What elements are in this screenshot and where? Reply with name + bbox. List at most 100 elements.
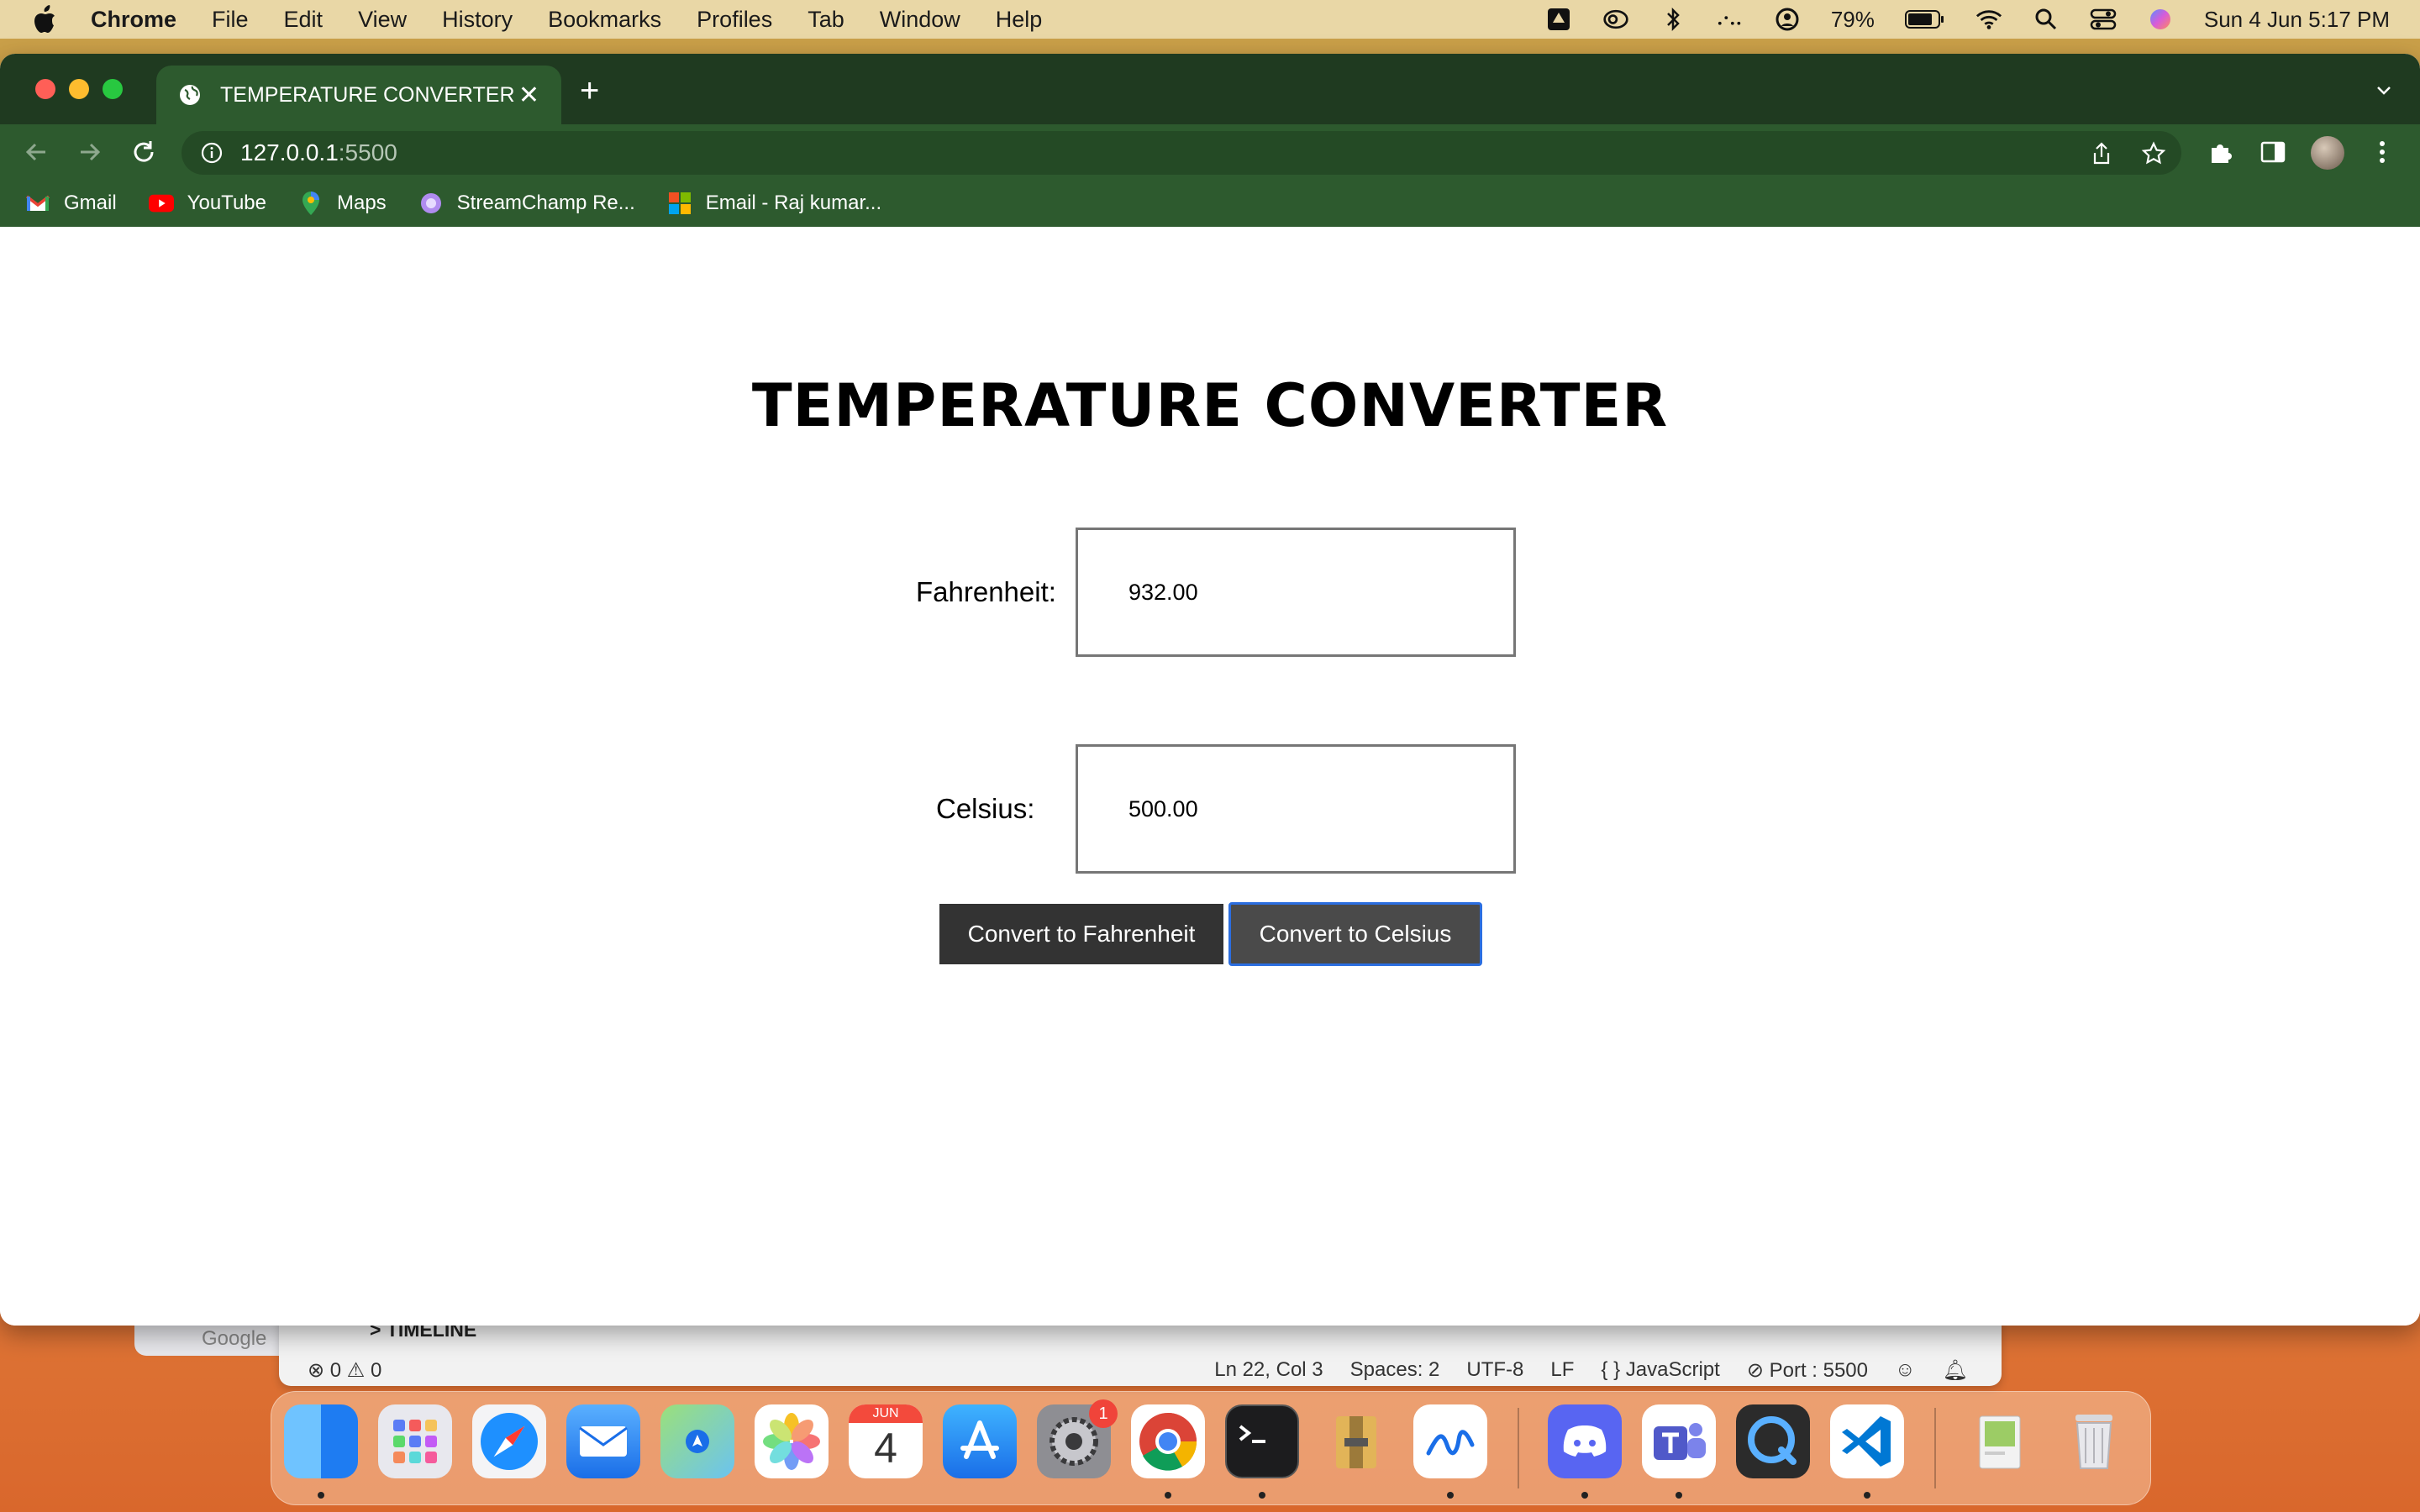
wifi-icon[interactable] (1975, 7, 2002, 32)
indentation-setting[interactable]: Spaces: 2 (1350, 1358, 1440, 1382)
new-tab-plus-icon[interactable]: + (580, 74, 599, 108)
app-store-icon[interactable] (943, 1404, 1017, 1478)
spotlight-search-icon[interactable] (2033, 7, 2060, 32)
menu-window[interactable]: Window (880, 7, 960, 33)
quicktime-icon[interactable] (1736, 1404, 1810, 1478)
close-window-button[interactable] (35, 79, 55, 99)
side-panel-icon[interactable] (2259, 138, 2287, 166)
menu-file[interactable]: File (212, 7, 249, 33)
eol-setting[interactable]: LF (1550, 1358, 1574, 1382)
warning-count: 0 (371, 1358, 382, 1382)
calendar-day: 4 (874, 1425, 897, 1472)
finder-icon[interactable] (284, 1404, 358, 1478)
downloads-stack-icon[interactable] (1963, 1404, 2037, 1478)
fahrenheit-input[interactable] (1076, 528, 1516, 657)
menu-profiles[interactable]: Profiles (697, 7, 772, 33)
microsoft-icon (667, 192, 692, 215)
tab-search-chevron-icon[interactable] (2373, 79, 2395, 101)
url-text: 127.0.0.1:5500 (240, 139, 397, 166)
extensions-puzzle-icon[interactable] (2207, 138, 2235, 166)
creative-cloud-icon[interactable] (1602, 7, 1629, 32)
bookmark-streamchamp[interactable]: StreamChamp Re... (418, 192, 635, 215)
safari-icon[interactable] (472, 1404, 546, 1478)
convert-to-fahrenheit-button[interactable]: Convert to Fahrenheit (939, 904, 1223, 964)
profile-avatar[interactable] (2311, 136, 2344, 170)
gmail-icon (25, 192, 50, 215)
forward-arrow-icon[interactable] (76, 138, 104, 166)
share-icon[interactable] (2089, 141, 2114, 166)
chrome-icon[interactable] (1131, 1404, 1205, 1478)
calendar-icon[interactable]: JUN 4 (849, 1404, 923, 1478)
user-account-icon[interactable] (1774, 7, 1801, 32)
bluetooth-icon[interactable] (1660, 7, 1686, 32)
browser-toolbar: 127.0.0.1:5500 (0, 124, 2420, 180)
teams-icon[interactable] (1642, 1404, 1716, 1478)
dots-status-icon[interactable] (1717, 7, 1744, 32)
fahrenheit-label: Fahrenheit: (916, 576, 1056, 607)
celsius-label: Celsius: (936, 793, 1035, 824)
battery-icon[interactable] (1904, 7, 1945, 32)
chrome-window: TEMPERATURE CONVERTER ✕ + 127.0.0.1:5500… (0, 54, 2420, 1326)
menu-app-name[interactable]: Chrome (91, 7, 176, 33)
menu-view[interactable]: View (358, 7, 407, 33)
trash-icon[interactable] (2057, 1404, 2131, 1478)
menu-bookmarks[interactable]: Bookmarks (548, 7, 661, 33)
url-host: 127.0.0.1 (240, 139, 339, 165)
running-indicator (1676, 1492, 1682, 1499)
zoom-window-button[interactable] (103, 79, 123, 99)
mail-icon[interactable] (566, 1404, 640, 1478)
celsius-input[interactable] (1076, 744, 1516, 874)
browser-tab[interactable]: TEMPERATURE CONVERTER ✕ (156, 66, 561, 124)
launchpad-icon[interactable] (378, 1404, 452, 1478)
bookmark-label: Maps (336, 192, 387, 214)
running-indicator (1864, 1492, 1870, 1499)
running-indicator (1447, 1492, 1454, 1499)
terminal-icon[interactable] (1225, 1404, 1299, 1478)
live-server-port[interactable]: ⊘ Port : 5500 (1747, 1358, 1868, 1383)
bookmark-email[interactable]: Email - Raj kumar... (667, 192, 881, 215)
chrome-menu-kebab-icon[interactable] (2368, 138, 2396, 166)
close-tab-icon[interactable]: ✕ (518, 81, 539, 110)
language-mode[interactable]: { } JavaScript (1601, 1358, 1719, 1382)
site-info-icon[interactable] (200, 141, 224, 165)
menu-tab[interactable]: Tab (808, 7, 844, 33)
bookmark-label: YouTube (187, 192, 266, 214)
siri-icon[interactable] (2147, 7, 2174, 32)
dock-separator (1518, 1408, 1519, 1488)
menu-history[interactable]: History (442, 7, 513, 33)
discord-icon[interactable] (1548, 1404, 1622, 1478)
menubar-clock[interactable]: Sun 4 Jun 5:17 PM (2204, 7, 2390, 33)
maps-icon[interactable] (660, 1404, 734, 1478)
bookmark-star-icon[interactable] (2141, 141, 2166, 166)
cursor-position[interactable]: Ln 22, Col 3 (1214, 1358, 1323, 1382)
vscode-folder-google[interactable]: Google (202, 1327, 266, 1351)
apple-menu-icon[interactable] (32, 5, 57, 34)
photos-icon[interactable] (755, 1404, 829, 1478)
control-center-icon[interactable] (2090, 7, 2117, 32)
running-indicator (1165, 1492, 1171, 1499)
drive-icon[interactable] (1545, 7, 1572, 32)
vscode-status-bar: ⊗ 0 ⚠ 0 Ln 22, Col 3 Spaces: 2 UTF-8 LF … (279, 1354, 2002, 1386)
bookmark-maps[interactable]: Maps (298, 192, 387, 215)
battery-percent: 79% (1830, 6, 1875, 32)
freeform-icon[interactable] (1413, 1404, 1487, 1478)
back-arrow-icon[interactable] (22, 138, 50, 166)
web-page: TEMPERATURE CONVERTER Fahrenheit: Celsiu… (0, 227, 2420, 1326)
notifications-bell-icon[interactable]: 🔔︎ (1943, 1358, 1968, 1383)
archive-utility-icon[interactable] (1319, 1404, 1393, 1478)
bookmark-gmail[interactable]: Gmail (25, 192, 117, 215)
vscode-icon[interactable] (1830, 1404, 1904, 1478)
address-bar[interactable]: 127.0.0.1:5500 (182, 131, 2181, 175)
convert-to-celsius-button[interactable]: Convert to Celsius (1228, 902, 1482, 966)
bookmarks-bar: Gmail YouTube Maps StreamChamp Re... Ema… (0, 180, 2420, 227)
bookmark-youtube[interactable]: YouTube (148, 192, 266, 215)
minimize-window-button[interactable] (69, 79, 89, 99)
problems-indicator[interactable]: ⊗ 0 ⚠ 0 (308, 1358, 381, 1383)
feedback-icon[interactable]: ☺ (1895, 1358, 1916, 1382)
reload-icon[interactable] (129, 138, 158, 166)
encoding-setting[interactable]: UTF-8 (1466, 1358, 1523, 1382)
menu-edit[interactable]: Edit (284, 7, 324, 33)
menu-help[interactable]: Help (996, 7, 1043, 33)
running-indicator (1259, 1492, 1265, 1499)
menu-bar: Chrome File Edit View History Bookmarks … (0, 0, 2420, 39)
